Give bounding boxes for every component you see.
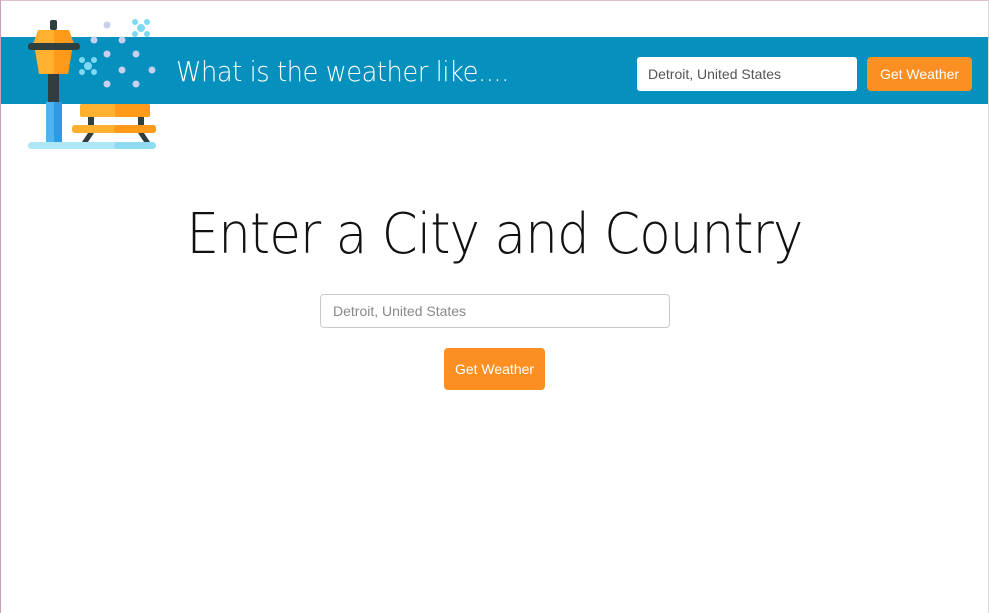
header-get-weather-button[interactable]: Get Weather	[867, 57, 972, 91]
winter-street-lamp-bench-icon	[28, 19, 156, 149]
main-get-weather-button[interactable]: Get Weather	[444, 348, 545, 390]
header-title: What is the weather like....	[176, 55, 509, 88]
header-city-input[interactable]	[637, 57, 857, 91]
main-city-input[interactable]	[320, 294, 670, 328]
main-heading: Enter a City and Country	[186, 202, 804, 267]
